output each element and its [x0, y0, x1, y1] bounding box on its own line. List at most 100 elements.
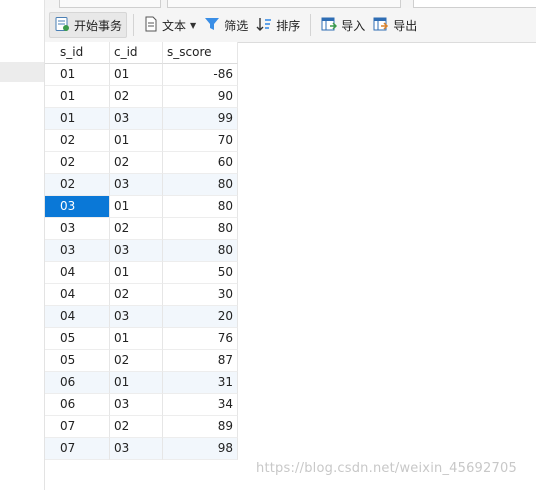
table-row[interactable]: 03 02 80: [45, 218, 238, 240]
cell-s-id[interactable]: 07: [45, 438, 110, 460]
cell-s-score[interactable]: 50: [163, 262, 238, 284]
toolbar-separator: [310, 14, 312, 36]
tab-strip: [45, 0, 536, 8]
cell-s-id[interactable]: 07: [45, 416, 110, 438]
cell-c-id[interactable]: 03: [110, 174, 163, 196]
cell-s-score[interactable]: 80: [163, 218, 238, 240]
cell-s-id[interactable]: 03: [45, 196, 110, 218]
cell-c-id[interactable]: 02: [110, 152, 163, 174]
table-row[interactable]: 04 02 30: [45, 284, 238, 306]
cell-c-id[interactable]: 02: [110, 284, 163, 306]
table-row[interactable]: 01 03 99: [45, 108, 238, 130]
table-row[interactable]: 02 01 70: [45, 130, 238, 152]
import-icon: [321, 16, 341, 35]
cell-s-score[interactable]: 20: [163, 306, 238, 328]
cell-c-id[interactable]: 02: [110, 218, 163, 240]
table-row[interactable]: 04 03 20: [45, 306, 238, 328]
cell-s-id[interactable]: 03: [45, 240, 110, 262]
cell-c-id[interactable]: 03: [110, 394, 163, 416]
cell-s-score[interactable]: 87: [163, 350, 238, 372]
toolbar-separator: [133, 14, 135, 36]
cell-s-score[interactable]: 90: [163, 86, 238, 108]
header-row: s_id c_id s_score: [45, 42, 238, 64]
cell-s-id[interactable]: 05: [45, 350, 110, 372]
export-button[interactable]: 导出: [369, 13, 421, 37]
column-header-s-id[interactable]: s_id: [45, 42, 110, 64]
cell-s-score[interactable]: 99: [163, 108, 238, 130]
table-row[interactable]: 07 02 89: [45, 416, 238, 438]
filter-label: 筛选: [224, 18, 249, 33]
cell-c-id[interactable]: 01: [110, 130, 163, 152]
dropdown-arrow-icon[interactable]: ▼: [190, 21, 196, 30]
tab[interactable]: [167, 0, 401, 8]
cell-c-id[interactable]: 02: [110, 416, 163, 438]
cell-s-id[interactable]: 01: [45, 86, 110, 108]
cell-s-id[interactable]: 05: [45, 328, 110, 350]
table-row[interactable]: 01 01 -86: [45, 64, 238, 86]
import-label: 导入: [341, 18, 366, 33]
cell-c-id[interactable]: 01: [110, 328, 163, 350]
cell-c-id[interactable]: 03: [110, 240, 163, 262]
cell-s-score[interactable]: 70: [163, 130, 238, 152]
cell-s-id[interactable]: 04: [45, 306, 110, 328]
cell-c-id[interactable]: 01: [110, 262, 163, 284]
table-row[interactable]: 04 01 50: [45, 262, 238, 284]
cell-s-score[interactable]: -86: [163, 64, 238, 86]
cell-s-id[interactable]: 04: [45, 262, 110, 284]
cell-s-score[interactable]: 60: [163, 152, 238, 174]
cell-s-id[interactable]: 06: [45, 372, 110, 394]
cell-c-id[interactable]: 03: [110, 108, 163, 130]
export-label: 导出: [393, 18, 418, 33]
table-row[interactable]: 06 03 34: [45, 394, 238, 416]
cell-c-id[interactable]: 02: [110, 86, 163, 108]
cell-s-score[interactable]: 76: [163, 328, 238, 350]
table-row[interactable]: 02 03 80: [45, 174, 238, 196]
cell-s-id[interactable]: 03: [45, 218, 110, 240]
import-button[interactable]: 导入: [317, 13, 369, 37]
text-label: 文本: [162, 18, 187, 33]
table-row[interactable]: 01 02 90: [45, 86, 238, 108]
table-row[interactable]: 05 01 76: [45, 328, 238, 350]
cell-c-id[interactable]: 03: [110, 438, 163, 460]
cell-s-id[interactable]: 02: [45, 174, 110, 196]
cell-s-id[interactable]: 02: [45, 130, 110, 152]
cell-c-id[interactable]: 02: [110, 350, 163, 372]
table-row[interactable]: 07 03 98: [45, 438, 238, 460]
cell-c-id[interactable]: 01: [110, 196, 163, 218]
text-button[interactable]: 文本 ▼: [140, 13, 200, 37]
cell-s-score[interactable]: 80: [163, 174, 238, 196]
cell-s-score[interactable]: 31: [163, 372, 238, 394]
cell-s-id[interactable]: 06: [45, 394, 110, 416]
begin-transaction-button[interactable]: 开始事务: [49, 12, 128, 38]
cell-s-id[interactable]: 01: [45, 64, 110, 86]
left-panel-selected-strip: [0, 62, 44, 82]
column-header-c-id[interactable]: c_id: [110, 42, 163, 64]
cell-s-score[interactable]: 98: [163, 438, 238, 460]
cell-c-id[interactable]: 01: [110, 372, 163, 394]
filter-button[interactable]: 筛选: [200, 13, 252, 37]
export-icon: [373, 16, 393, 35]
table-row[interactable]: 03 01 80: [45, 196, 238, 218]
table-row[interactable]: 02 02 60: [45, 152, 238, 174]
table-row[interactable]: 05 02 87: [45, 350, 238, 372]
cell-s-score[interactable]: 80: [163, 196, 238, 218]
cell-c-id[interactable]: 03: [110, 306, 163, 328]
sort-label: 排序: [276, 18, 301, 33]
sort-icon: [256, 16, 276, 35]
cell-s-id[interactable]: 02: [45, 152, 110, 174]
data-grid[interactable]: s_id c_id s_score 01 01 -86 01 02 90 01 03 99 02 0…: [45, 42, 238, 460]
column-header-s-score[interactable]: s_score: [163, 42, 238, 64]
table-row[interactable]: 03 03 80: [45, 240, 238, 262]
document-icon: [144, 16, 162, 35]
sort-button[interactable]: 排序: [252, 13, 304, 37]
cell-s-score[interactable]: 80: [163, 240, 238, 262]
tab[interactable]: [59, 0, 161, 8]
cell-s-id[interactable]: 01: [45, 108, 110, 130]
cell-s-score[interactable]: 89: [163, 416, 238, 438]
cell-s-score[interactable]: 34: [163, 394, 238, 416]
tab[interactable]: [413, 0, 536, 8]
cell-s-score[interactable]: 30: [163, 284, 238, 306]
cell-c-id[interactable]: 01: [110, 64, 163, 86]
table-row[interactable]: 06 01 31: [45, 372, 238, 394]
cell-s-id[interactable]: 04: [45, 284, 110, 306]
